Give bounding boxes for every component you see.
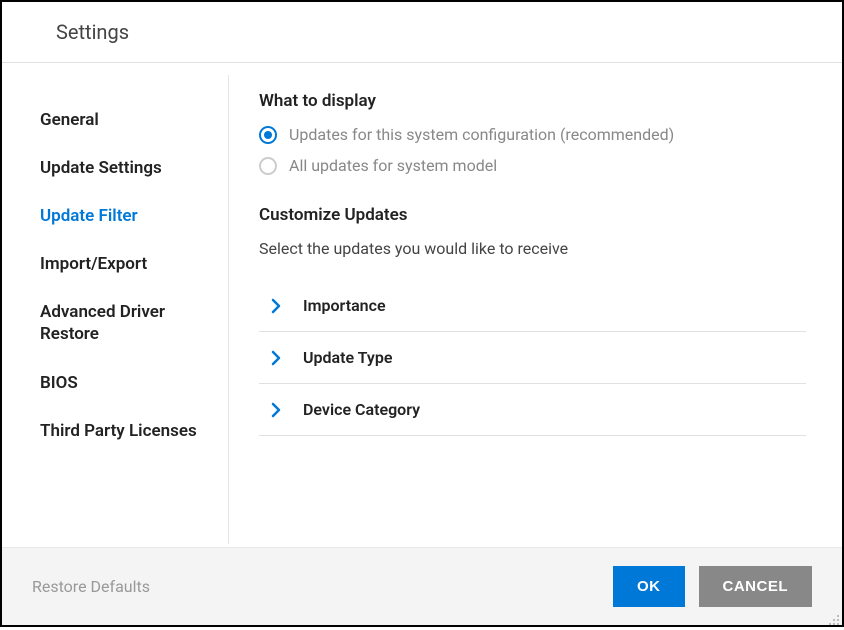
resize-grip-icon[interactable] bbox=[828, 611, 840, 623]
sidebar-item-advanced-driver-restore[interactable]: Advanced Driver Restore bbox=[40, 295, 200, 351]
accordion-item-device-category[interactable]: Device Category bbox=[259, 384, 806, 436]
radio-label: All updates for system model bbox=[289, 156, 497, 175]
cancel-button[interactable]: CANCEL bbox=[699, 566, 813, 607]
customize-subtitle: Select the updates you would like to rec… bbox=[259, 239, 806, 258]
radio-dot-icon bbox=[264, 131, 272, 139]
radio-option-system-config[interactable]: Updates for this system configuration (r… bbox=[259, 125, 806, 144]
chevron-right-icon bbox=[271, 350, 281, 366]
footer-buttons: OK CANCEL bbox=[613, 566, 812, 607]
main-panel: What to display Updates for this system … bbox=[229, 63, 842, 556]
accordion-label: Device Category bbox=[303, 400, 420, 419]
accordion-item-importance[interactable]: Importance bbox=[259, 280, 806, 332]
display-section-title: What to display bbox=[259, 91, 806, 111]
content-area: General Update Settings Update Filter Im… bbox=[2, 63, 842, 556]
sidebar-item-bios[interactable]: BIOS bbox=[40, 366, 200, 400]
sidebar-item-general[interactable]: General bbox=[40, 103, 200, 137]
radio-icon bbox=[259, 157, 277, 175]
sidebar-item-third-party-licenses[interactable]: Third Party Licenses bbox=[40, 414, 200, 448]
page-title: Settings bbox=[56, 20, 812, 44]
footer: Restore Defaults OK CANCEL bbox=[2, 547, 842, 625]
restore-defaults-link[interactable]: Restore Defaults bbox=[32, 577, 150, 596]
chevron-right-icon bbox=[271, 402, 281, 418]
accordion: Importance Update Type Device Category bbox=[259, 280, 806, 436]
header: Settings bbox=[2, 2, 842, 63]
customize-section-title: Customize Updates bbox=[259, 205, 806, 225]
sidebar-item-import-export[interactable]: Import/Export bbox=[40, 247, 200, 281]
accordion-label: Update Type bbox=[303, 348, 392, 367]
sidebar-item-update-filter[interactable]: Update Filter bbox=[40, 199, 200, 233]
sidebar-item-update-settings[interactable]: Update Settings bbox=[40, 151, 200, 185]
accordion-label: Importance bbox=[303, 296, 386, 315]
sidebar: General Update Settings Update Filter Im… bbox=[2, 75, 229, 544]
display-radio-group: Updates for this system configuration (r… bbox=[259, 125, 806, 175]
radio-icon bbox=[259, 126, 277, 144]
ok-button[interactable]: OK bbox=[613, 566, 685, 607]
radio-label: Updates for this system configuration (r… bbox=[289, 125, 674, 144]
chevron-right-icon bbox=[271, 298, 281, 314]
accordion-item-update-type[interactable]: Update Type bbox=[259, 332, 806, 384]
radio-option-all-updates[interactable]: All updates for system model bbox=[259, 156, 806, 175]
